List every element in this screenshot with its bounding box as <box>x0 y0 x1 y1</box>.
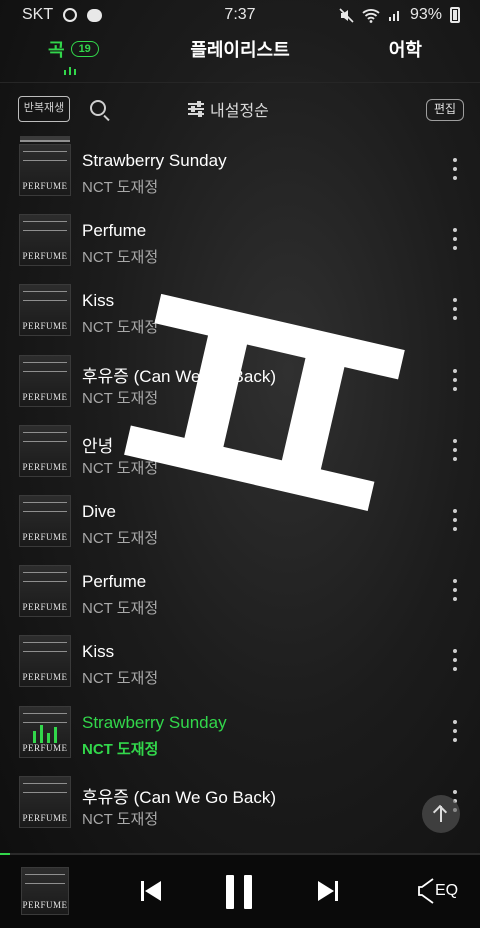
song-row[interactable]: PERFUME Kiss NCT 도재정 <box>0 276 480 346</box>
song-title: Kiss <box>82 291 115 311</box>
song-row[interactable]: PERFUME Strawberry Sunday NCT 도재정 <box>0 136 480 206</box>
cover-title: PERFUME <box>22 900 68 910</box>
more-options-icon[interactable] <box>450 579 460 603</box>
mute-icon <box>339 7 354 23</box>
album-cover: PERFUME <box>19 144 71 196</box>
song-title: Perfume <box>82 221 147 241</box>
song-row[interactable]: PERFUME 후유증 (Can We Go Back) NCT 도재정 <box>0 347 480 417</box>
previous-track-icon[interactable] <box>139 879 163 903</box>
song-row[interactable]: PERFUME 후유증 (Can We Go Back) NCT 도재정 <box>0 768 480 838</box>
more-options-icon[interactable] <box>450 509 460 533</box>
song-row[interactable]: PERFUME Perfume NCT 도재정 <box>0 557 480 627</box>
more-options-icon[interactable] <box>450 719 460 744</box>
eq-label: EQ <box>435 882 459 899</box>
song-artist: NCT 도재정 <box>82 249 159 267</box>
song-title: Dive <box>82 502 117 521</box>
cover-title: PERFUME <box>22 181 68 191</box>
song-artist: NCT 도재정 <box>82 740 159 758</box>
song-row[interactable]: PERFUME 안녕 NCT 도재정 <box>0 417 480 487</box>
status-right: 93% <box>339 6 460 24</box>
cover-title: PERFUME <box>22 532 68 542</box>
album-cover: PERFUME <box>19 635 71 688</box>
song-title: Strawberry Sunday <box>82 712 227 732</box>
battery-icon <box>450 7 460 23</box>
status-bar: SKT 7:37 93% <box>0 0 480 30</box>
cover-title: PERFUME <box>22 391 68 402</box>
cover-title: PERFUME <box>22 602 68 613</box>
cover-title: PERFUME <box>22 742 68 753</box>
tab-divider <box>0 82 480 83</box>
cover-title: PERFUME <box>22 461 68 472</box>
song-title: Strawberry Sunday <box>82 151 227 170</box>
cover-title: PERFUME <box>22 672 68 683</box>
album-cover: PERFUME <box>19 214 71 267</box>
song-artist: NCT 도재정 <box>82 670 159 688</box>
next-track-icon[interactable] <box>316 879 340 903</box>
song-title: 안녕 <box>82 436 114 456</box>
sort-label: 내설정순 <box>210 103 269 120</box>
battery-percent: 93% <box>409 6 442 23</box>
song-artist: NCT 도재정 <box>82 459 159 477</box>
album-cover: PERFUME <box>19 495 71 547</box>
song-row[interactable]: PERFUME Strawberry Sunday NCT 도재정 <box>0 698 480 768</box>
more-options-icon[interactable] <box>450 298 460 322</box>
cover-title: PERFUME <box>22 812 68 823</box>
repeat-button[interactable]: 반복재생 <box>18 96 70 122</box>
song-artist: NCT 도재정 <box>82 179 159 196</box>
sort-button[interactable]: 내설정순 <box>188 97 269 121</box>
more-options-icon[interactable] <box>450 158 460 182</box>
song-artist: NCT 도재정 <box>82 600 159 618</box>
mini-player: PERFUME EQ <box>0 855 480 928</box>
song-artist: NCT 도재정 <box>82 530 159 547</box>
equalizer-button[interactable]: EQ <box>418 877 460 905</box>
top-tabs: 곡 19 플레이리스트 어학 <box>0 36 480 80</box>
wifi-icon <box>362 8 380 23</box>
speaker-icon <box>418 878 434 904</box>
song-row[interactable]: PERFUME Dive NCT 도재정 <box>0 487 480 557</box>
album-cover: PERFUME <box>19 775 71 828</box>
now-playing-indicator-icon <box>64 66 76 75</box>
more-options-icon[interactable] <box>450 649 460 673</box>
song-title: 후유증 (Can We Go Back) <box>82 787 276 807</box>
pause-icon[interactable] <box>226 875 252 909</box>
tab-learn[interactable]: 어학 <box>389 36 422 62</box>
more-options-icon[interactable] <box>450 368 460 393</box>
sliders-icon <box>188 101 204 117</box>
album-cover: PERFUME <box>19 424 71 477</box>
song-title: Kiss <box>82 642 115 662</box>
song-artist: NCT 도재정 <box>82 319 159 337</box>
album-cover: PERFUME <box>19 705 71 758</box>
song-title: 후유증 (Can We Go Back) <box>82 366 276 386</box>
tab-playlist-label: 플레이리스트 <box>190 40 290 60</box>
now-playing-bars-icon <box>20 723 70 743</box>
song-artist: NCT 도재정 <box>82 389 159 407</box>
song-row[interactable]: PERFUME Kiss NCT 도재정 <box>0 627 480 697</box>
album-cover: PERFUME <box>19 565 71 618</box>
song-title: Perfume <box>82 572 147 592</box>
now-playing-cover[interactable]: PERFUME <box>21 867 69 915</box>
edit-button[interactable]: 편집 <box>426 99 464 121</box>
cover-title: PERFUME <box>22 321 68 332</box>
song-artist: NCT 도재정 <box>82 810 159 828</box>
album-cover: PERFUME <box>19 354 71 407</box>
signal-icon <box>388 11 399 21</box>
album-cover: PERFUME <box>19 284 71 337</box>
song-list[interactable]: PERFUME Strawberry Sunday NCT 도재정 PERFUME Pe… <box>0 136 480 852</box>
scroll-to-top-button[interactable] <box>422 795 460 833</box>
more-options-icon[interactable] <box>450 228 460 252</box>
more-options-icon[interactable] <box>450 438 460 463</box>
tab-learn-label: 어학 <box>388 40 422 60</box>
list-toolbar: 반복재생 내설정순 편집 <box>0 94 480 126</box>
search-icon[interactable] <box>90 100 106 116</box>
cover-title: PERFUME <box>22 251 68 262</box>
song-row[interactable]: PERFUME Perfume NCT 도재정 <box>0 206 480 276</box>
music-player-app: SKT 7:37 93% 곡 19 플레이리스트 어학 반복재생 내설정순 편집… <box>0 0 480 928</box>
